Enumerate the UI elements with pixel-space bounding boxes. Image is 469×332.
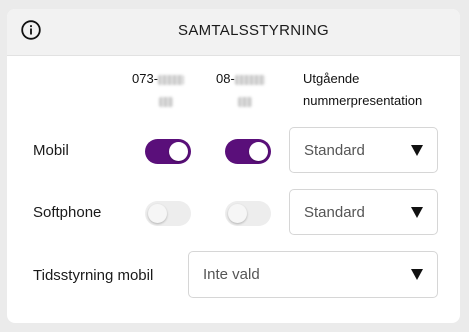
presentation-line-2: nummerpresentation bbox=[303, 93, 423, 108]
column-header-number-2: 08- bbox=[216, 68, 276, 112]
page-title: SAMTALSSTYRNING bbox=[178, 22, 329, 39]
redacted-number-part bbox=[158, 74, 185, 85]
toggle-knob bbox=[148, 204, 167, 223]
softphone-number-1-toggle[interactable] bbox=[145, 201, 191, 226]
number-1-prefix: 073- bbox=[132, 71, 159, 86]
number-2-prefix: 08- bbox=[216, 71, 235, 86]
mobil-number-1-toggle[interactable] bbox=[145, 139, 191, 164]
mobil-number-2-toggle[interactable] bbox=[225, 139, 271, 164]
select-value: Standard bbox=[304, 142, 365, 159]
select-value: Standard bbox=[304, 204, 365, 221]
presentation-line-1: Utgående bbox=[303, 71, 360, 86]
toggle-knob bbox=[249, 142, 268, 161]
card-header: SAMTALSSTYRNING bbox=[7, 9, 460, 56]
caret-down-icon bbox=[411, 207, 423, 218]
row-label-schedule: Tidsstyrning mobil bbox=[33, 267, 154, 284]
toggle-knob bbox=[169, 142, 188, 161]
softphone-presentation-select[interactable]: Standard bbox=[289, 189, 438, 235]
caret-down-icon bbox=[411, 269, 423, 280]
softphone-number-2-toggle[interactable] bbox=[225, 201, 271, 226]
row-label-mobil: Mobil bbox=[33, 142, 69, 159]
column-header-number-1: 073- bbox=[132, 68, 192, 112]
column-header-presentation: Utgående nummerpresentation bbox=[303, 68, 443, 112]
select-value: Inte vald bbox=[203, 266, 260, 283]
mobil-presentation-select[interactable]: Standard bbox=[289, 127, 438, 173]
call-routing-card: SAMTALSSTYRNING 073- 08- Utgående nummer… bbox=[7, 9, 460, 323]
schedule-select[interactable]: Inte vald bbox=[188, 251, 438, 298]
caret-down-icon bbox=[411, 145, 423, 156]
redacted-number-part bbox=[159, 96, 173, 107]
row-label-softphone: Softphone bbox=[33, 204, 102, 221]
redacted-number-part bbox=[234, 74, 265, 85]
toggle-knob bbox=[228, 204, 247, 223]
redacted-number-part bbox=[238, 96, 252, 107]
